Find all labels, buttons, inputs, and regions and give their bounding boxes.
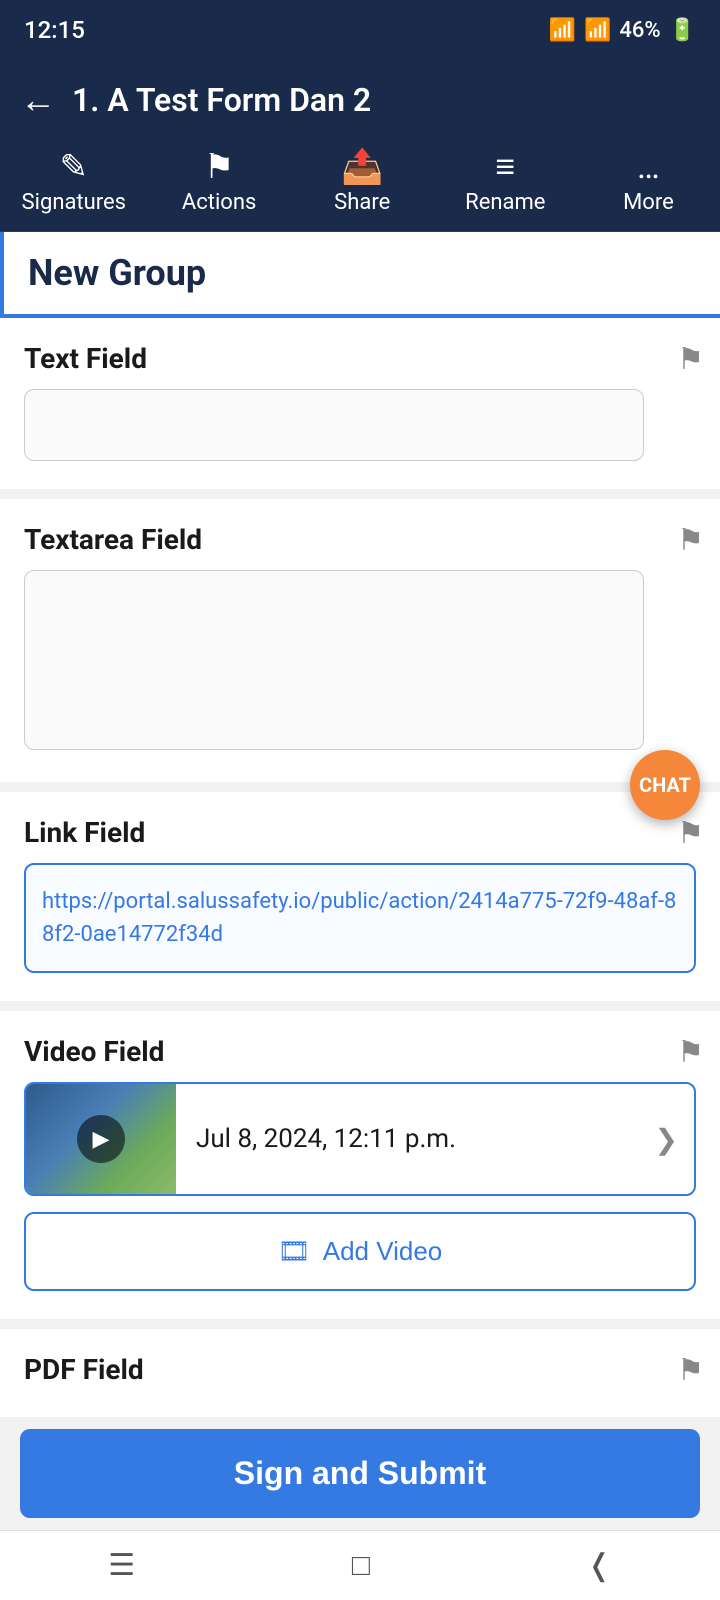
video-play-button[interactable]: ▶ [77, 1115, 125, 1163]
textarea-field-section: Textarea Field ⚑ [0, 489, 720, 782]
text-field-section: Text Field ⚑ [0, 318, 720, 489]
video-field-flag-icon[interactable]: ⚑ [677, 1035, 704, 1070]
more-label: More [623, 190, 674, 215]
status-time: 12:15 [24, 16, 85, 44]
toolbar-signatures[interactable]: ✎ Signatures [22, 150, 126, 215]
link-field-section: Link Field https://portal.salussafety.io… [0, 782, 720, 1001]
battery-icon: 🔋 [669, 18, 696, 43]
video-date: Jul 8, 2024, 12:11 p.m. [176, 1124, 655, 1154]
pdf-field-flag-icon[interactable]: ⚑ [677, 1353, 704, 1388]
status-icons: 📶 📶 46% 🔋 [549, 18, 696, 43]
chat-fab[interactable]: CHAT [630, 750, 700, 820]
toolbar-more[interactable]: … More [598, 150, 698, 215]
text-field-label: Text Field [24, 342, 696, 375]
share-icon: 📤 [341, 150, 383, 184]
share-label: Share [334, 190, 390, 215]
link-field-flag-icon[interactable]: ⚑ [677, 816, 704, 851]
toolbar: ✎ Signatures ⚑ Actions 📤 Share ≡ Rename … [0, 140, 720, 232]
link-field-value[interactable]: https://portal.salussafety.io/public/act… [24, 863, 696, 973]
sign-submit-button[interactable]: Sign and Submit [20, 1429, 700, 1518]
rename-icon: ≡ [495, 150, 515, 184]
pdf-field-label: PDF Field [24, 1353, 696, 1386]
signal-icon: 📶 [584, 18, 611, 43]
video-field-label: Video Field [24, 1035, 696, 1068]
text-field-flag-icon[interactable]: ⚑ [677, 342, 704, 377]
toolbar-actions[interactable]: ⚑ Actions [169, 150, 269, 215]
nav-menu-button[interactable]: ☰ [78, 1538, 165, 1593]
form-content: New Group Text Field ⚑ Textarea Field ⚑ … [0, 232, 720, 1588]
actions-icon: ⚑ [204, 150, 234, 184]
video-field-section: Video Field ⚑ ▶ Jul 8, 2024, 12:11 p.m. … [0, 1001, 720, 1319]
link-field-label: Link Field [24, 816, 696, 849]
rename-label: Rename [465, 190, 545, 215]
page-title: 1. A Test Form Dan 2 [72, 81, 371, 119]
signatures-icon: ✎ [60, 150, 89, 184]
add-video-label: Add Video [323, 1236, 443, 1267]
nav-back-button[interactable]: ❬ [557, 1538, 642, 1593]
textarea-field-input[interactable] [24, 570, 644, 750]
nav-bar: ☰ □ ❬ [0, 1530, 720, 1600]
text-field-input[interactable] [24, 389, 644, 461]
pdf-field-section: PDF Field ⚑ [0, 1319, 720, 1428]
video-chevron-icon: ❯ [655, 1123, 694, 1156]
video-thumbnail: ▶ [26, 1084, 176, 1194]
header: ← 1. A Test Form Dan 2 [0, 60, 720, 140]
group-title: New Group [28, 252, 206, 294]
add-video-icon: 🎞 [278, 1236, 311, 1267]
more-icon: … [637, 150, 660, 184]
battery-label: 46% [619, 18, 660, 43]
toolbar-share[interactable]: 📤 Share [312, 150, 412, 215]
textarea-field-flag-icon[interactable]: ⚑ [677, 523, 704, 558]
group-header: New Group [0, 232, 720, 318]
actions-label: Actions [182, 190, 256, 215]
status-bar: 12:15 📶 📶 46% 🔋 [0, 0, 720, 60]
textarea-field-label: Textarea Field [24, 523, 696, 556]
signatures-label: Signatures [22, 190, 126, 215]
back-button[interactable]: ← [20, 79, 56, 121]
video-card[interactable]: ▶ Jul 8, 2024, 12:11 p.m. ❯ [24, 1082, 696, 1196]
wifi-icon: 📶 [549, 18, 576, 43]
add-video-button[interactable]: 🎞 Add Video [24, 1212, 696, 1291]
sign-submit-bar: Sign and Submit [0, 1417, 720, 1530]
toolbar-rename[interactable]: ≡ Rename [455, 150, 555, 215]
nav-home-button[interactable]: □ [322, 1538, 400, 1593]
